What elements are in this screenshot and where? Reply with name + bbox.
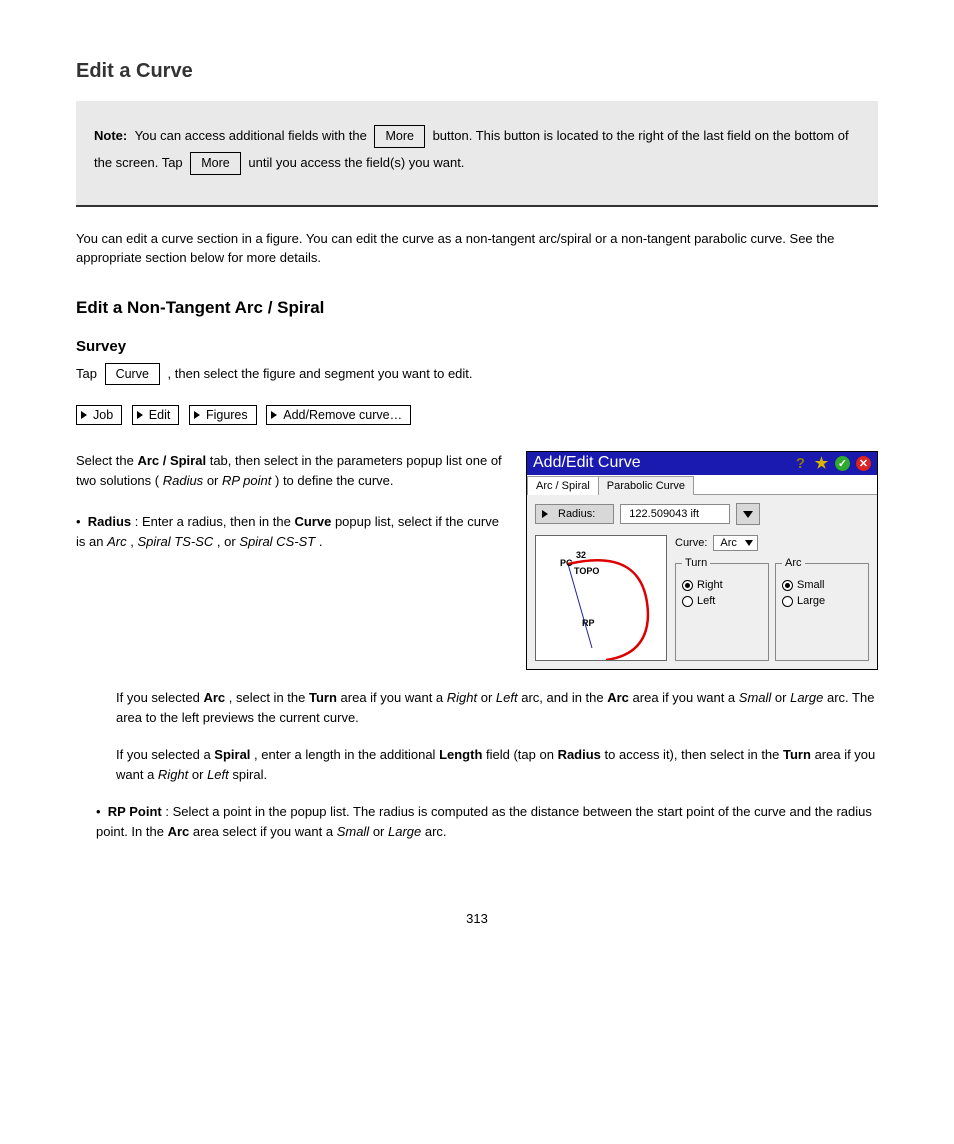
turn-right-option[interactable]: Right <box>682 579 762 591</box>
note-block: Note: You can access additional fields w… <box>76 101 878 207</box>
dialog-titlebar: Add/Edit Curve ? ★ ✓ ✕ <box>527 452 877 475</box>
add-edit-curve-dialog: Add/Edit Curve ? ★ ✓ ✕ Arc / Spiral Para… <box>526 451 878 670</box>
rp-point-paragraph: • RP Point : Select a point in the popup… <box>76 802 878 841</box>
note-text-3: until you access the field(s) you want. <box>248 155 464 170</box>
radio-icon <box>682 596 693 607</box>
svg-text:RP: RP <box>582 618 595 628</box>
tab-arc-spiral[interactable]: Arc / Spiral <box>527 476 599 495</box>
spiral-paragraph: If you selected a Spiral , enter a lengt… <box>76 745 878 784</box>
curve-type-select[interactable]: Arc <box>713 535 758 551</box>
page-heading: Edit a Curve <box>76 60 878 83</box>
svg-text:PC: PC <box>560 558 573 568</box>
turn-group: Turn Right Left <box>675 557 769 661</box>
help-icon[interactable]: ? <box>793 456 808 471</box>
radio-icon <box>782 596 793 607</box>
radio-icon <box>782 580 793 591</box>
heading-arc-spiral: Edit a Non-Tangent Arc / Spiral <box>76 298 878 318</box>
note-lead: Note: <box>94 128 127 143</box>
more-button-ref-1: More <box>374 125 424 148</box>
radio-icon <box>682 580 693 591</box>
nav-path: Job Edit Figures Add/Remove curve… <box>76 405 878 425</box>
value-dropdown-button[interactable] <box>736 503 760 525</box>
turn-left-option[interactable]: Left <box>682 595 762 607</box>
intro-paragraph: You can edit a curve section in a figure… <box>76 229 878 268</box>
arrow-icon <box>542 510 548 518</box>
ok-icon[interactable]: ✓ <box>835 456 850 471</box>
arc-legend: Arc <box>782 557 805 569</box>
turn-legend: Turn <box>682 557 710 569</box>
svg-text:TOPO: TOPO <box>574 566 599 576</box>
curve-button-ref: Curve <box>105 363 160 386</box>
chevron-down-icon <box>743 511 753 518</box>
path-add-remove-curve: Add/Remove curve… <box>266 405 411 425</box>
curve-label: Curve: <box>675 537 707 549</box>
note-text-1: You can access additional fields with th… <box>135 128 371 143</box>
svg-text:32: 32 <box>576 550 586 560</box>
arrow-icon <box>271 411 277 419</box>
dialog-tabs: Arc / Spiral Parabolic Curve <box>527 475 877 495</box>
favorite-icon[interactable]: ★ <box>814 456 829 471</box>
arc-large-option[interactable]: Large <box>782 595 862 607</box>
arc-group: Arc Small Large <box>775 557 869 661</box>
parameter-selector[interactable]: Radius: <box>535 504 614 524</box>
chevron-down-icon <box>745 540 753 546</box>
tap-curve-paragraph: Tap Curve , then select the figure and s… <box>76 361 878 388</box>
path-job: Job <box>76 405 122 425</box>
tap-prefix: Tap <box>76 366 101 381</box>
path-figures: Figures <box>189 405 257 425</box>
path-edit: Edit <box>132 405 180 425</box>
curve-preview: PC 32 TOPO RP <box>535 535 667 661</box>
heading-survey: Survey <box>76 338 878 355</box>
dialog-title-text: Add/Edit Curve <box>533 454 641 472</box>
arc-paragraph: If you selected Arc , select in the Turn… <box>76 688 878 727</box>
more-button-ref-2: More <box>190 152 240 175</box>
page-number: 313 <box>76 911 878 926</box>
radius-value-field[interactable]: 122.509043 ift <box>620 504 730 524</box>
tap-suffix: , then select the figure and segment you… <box>168 366 473 381</box>
close-icon[interactable]: ✕ <box>856 456 871 471</box>
arrow-icon <box>137 411 143 419</box>
arc-small-option[interactable]: Small <box>782 579 862 591</box>
arrow-icon <box>81 411 87 419</box>
tab-parabolic-curve[interactable]: Parabolic Curve <box>598 476 694 495</box>
arrow-icon <box>194 411 200 419</box>
left-column-text: Select the Arc / Spiral tab, then select… <box>76 451 502 552</box>
